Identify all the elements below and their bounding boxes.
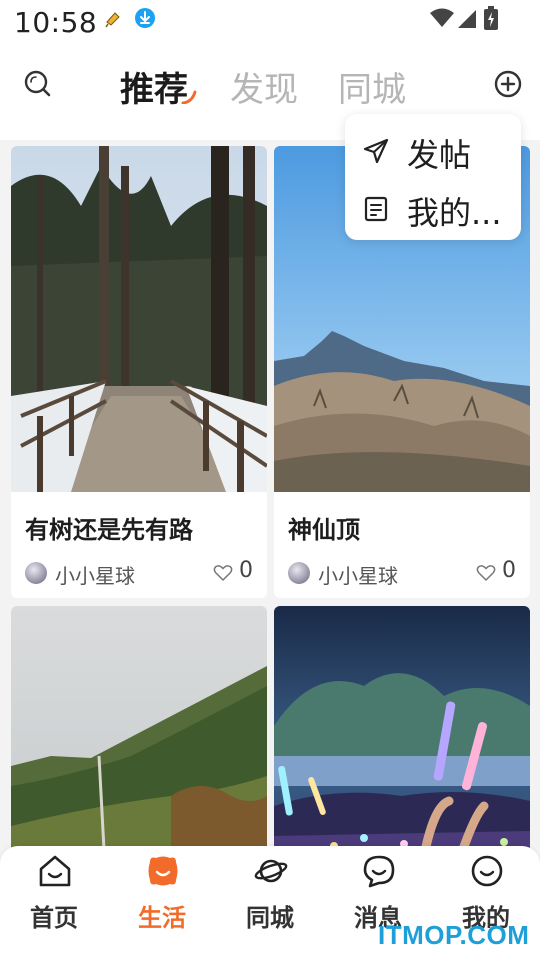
post-title: 有树还是先有路 bbox=[25, 516, 193, 544]
message-bubble-icon bbox=[363, 855, 395, 888]
post-author[interactable]: 小小星球 bbox=[55, 560, 135, 589]
concert-glowsticks-photo bbox=[274, 606, 530, 852]
nav-label: 生活 bbox=[138, 904, 186, 932]
document-icon bbox=[364, 196, 388, 222]
post-card[interactable]: 有树还是先有路 小小星球 0 bbox=[11, 146, 267, 598]
nav-item-home[interactable]: 首页 bbox=[0, 846, 108, 960]
heart-icon[interactable] bbox=[476, 564, 496, 582]
post-title: 神仙顶 bbox=[288, 516, 360, 544]
avatar[interactable] bbox=[25, 562, 47, 584]
plus-circle-icon[interactable] bbox=[490, 66, 526, 102]
post-author[interactable]: 小小星球 bbox=[318, 560, 398, 589]
send-icon bbox=[363, 138, 389, 164]
forest-boardwalk-photo bbox=[11, 146, 267, 492]
status-bar: 10:58 bbox=[0, 0, 540, 44]
wifi-icon bbox=[430, 8, 454, 27]
active-tab-indicator bbox=[181, 90, 197, 104]
avatar[interactable] bbox=[288, 562, 310, 584]
home-face-icon bbox=[39, 855, 71, 887]
like-count: 0 bbox=[239, 558, 253, 583]
signal-icon bbox=[458, 10, 476, 28]
popup-item-mine[interactable]: 我的... bbox=[345, 178, 521, 236]
search-icon[interactable] bbox=[20, 66, 56, 102]
profile-face-icon bbox=[471, 855, 503, 887]
life-icon bbox=[148, 856, 178, 886]
nav-label: 同城 bbox=[246, 904, 294, 932]
planet-icon bbox=[254, 859, 288, 883]
watermark: ITMOP.COM bbox=[378, 920, 530, 950]
tab-recommend[interactable]: 推荐 bbox=[120, 62, 188, 111]
heart-icon[interactable] bbox=[213, 564, 233, 582]
popup-item-label: 发帖 bbox=[407, 136, 472, 174]
status-time: 10:58 bbox=[14, 6, 98, 39]
nav-item-local[interactable]: 同城 bbox=[216, 846, 324, 960]
battery-charging-icon bbox=[484, 6, 498, 30]
post-feed[interactable]: 有树还是先有路 小小星球 0 神仙顶 小小星球 0 bbox=[0, 140, 540, 852]
post-card[interactable] bbox=[11, 606, 267, 852]
tab-discover[interactable]: 发现 bbox=[230, 62, 298, 111]
popup-item-post[interactable]: 发帖 bbox=[345, 120, 521, 178]
create-post-popup: 发帖 我的... bbox=[345, 114, 521, 240]
green-hillside-photo bbox=[11, 606, 267, 852]
tab-local[interactable]: 同城 bbox=[338, 62, 406, 111]
nav-item-life[interactable]: 生活 bbox=[108, 846, 216, 960]
like-count: 0 bbox=[502, 558, 516, 583]
download-notification-icon bbox=[135, 8, 155, 28]
post-card[interactable] bbox=[274, 606, 530, 852]
nav-label: 首页 bbox=[30, 904, 78, 932]
popup-item-label: 我的... bbox=[407, 194, 502, 232]
notification-app-icon bbox=[105, 12, 120, 28]
